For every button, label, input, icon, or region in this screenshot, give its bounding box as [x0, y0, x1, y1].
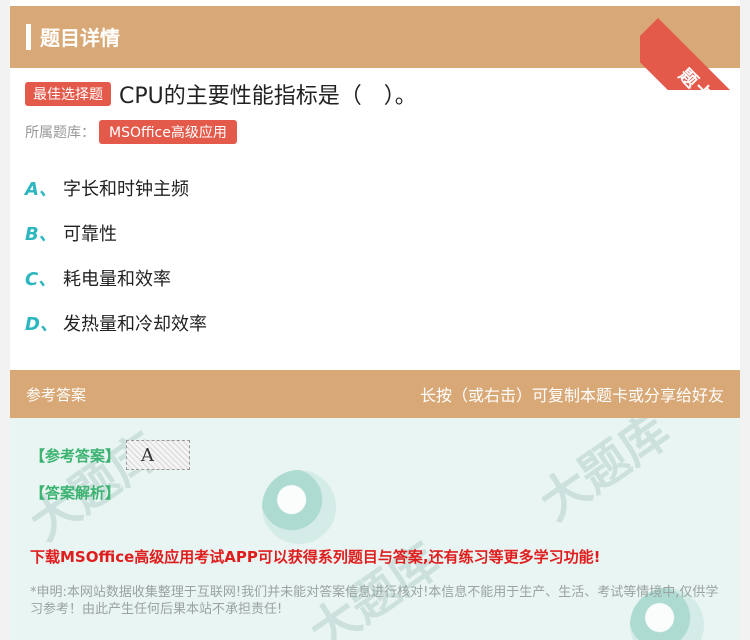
reference-answer: 【参考答案】 A — [30, 440, 191, 470]
answer-header: 参考答案 长按（或右击）可复制本题卡或分享给好友 — [10, 370, 740, 418]
card-header: 题目详情 — [10, 6, 740, 68]
share-hint: 长按（或右击）可复制本题卡或分享给好友 — [419, 386, 724, 405]
bank-label: 所属题库： — [25, 125, 95, 141]
left-margin — [0, 0, 10, 640]
option-text: 可靠性 — [63, 224, 117, 245]
question-card: 题目详情 题卡 最佳选择题 CPU的主要性能指标是（ ）。 所属题库： MSOf… — [0, 0, 750, 640]
reference-answer-image: A — [126, 440, 191, 470]
option-d[interactable]: D、 发热量和冷却效率 — [25, 309, 207, 337]
option-letter: A、 — [25, 179, 57, 200]
disclaimer: *申明:本网站数据收集整理于互联网!我们并未能对答案信息进行核对!本信息不能用于… — [30, 585, 719, 617]
watermark-logo: 大题库 — [299, 532, 450, 640]
watermark-logo: 大题库 — [529, 418, 680, 532]
page-title: 题目详情 — [40, 26, 120, 50]
option-c[interactable]: C、 耗电量和效率 — [25, 264, 171, 292]
card-ribbon[interactable]: 题卡 — [640, 18, 750, 90]
question-text: CPU的主要性能指标是（ ）。 — [119, 84, 417, 109]
option-text: 耗电量和效率 — [63, 269, 171, 290]
answer-analysis-label: 【答案解析】 — [30, 484, 121, 502]
answer-section-title: 参考答案 — [26, 386, 87, 404]
question-line: 最佳选择题 CPU的主要性能指标是（ ）。 — [25, 79, 417, 109]
bank-tag[interactable]: MSOffice高级应用 — [99, 120, 237, 144]
header-accent-bar — [26, 24, 31, 50]
reference-answer-label: 【参考答案】 — [30, 446, 121, 465]
option-text: 字长和时钟主频 — [63, 179, 189, 200]
answer-body: 大题库 大题库 大题库 【参考答案】 A 【答案解析】 下载MSOffice高级… — [10, 418, 740, 640]
question-type-tag: 最佳选择题 — [25, 82, 111, 106]
app-download-promo[interactable]: 下载MSOffice高级应用考试APP可以获得系列题目与答案,还有练习等更多学习… — [30, 546, 730, 567]
question-bank-line: 所属题库： MSOffice高级应用 — [25, 120, 237, 144]
option-b[interactable]: B、 可靠性 — [25, 219, 117, 247]
option-letter: B、 — [25, 224, 57, 245]
option-text: 发热量和冷却效率 — [63, 314, 207, 335]
option-letter: D、 — [25, 314, 58, 335]
right-margin — [740, 0, 750, 640]
watermark-circle-icon — [262, 470, 336, 544]
option-letter: C、 — [25, 269, 57, 290]
option-a[interactable]: A、 字长和时钟主频 — [25, 174, 189, 202]
ribbon-corner: 题卡 — [640, 0, 750, 90]
